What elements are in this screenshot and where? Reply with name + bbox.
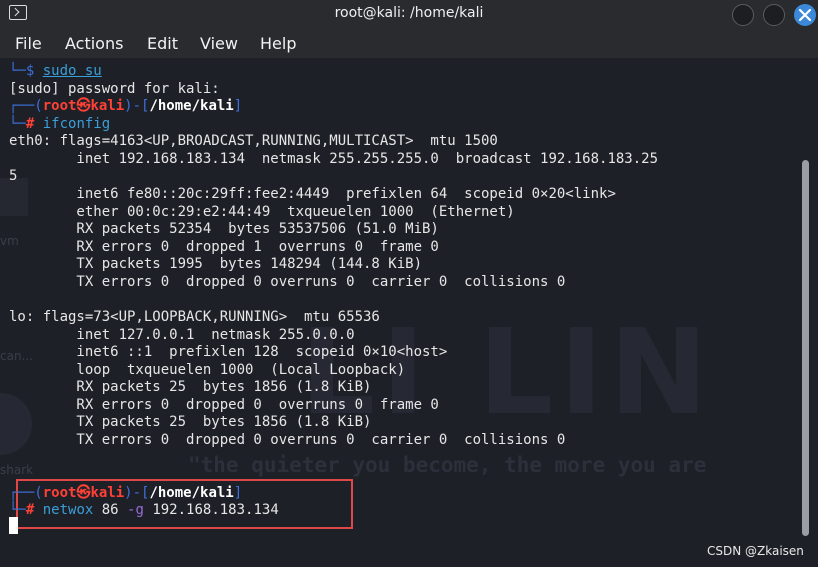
terminal-line: eth0: flags=4163<UP,BROADCAST,RUNNING,MU…	[9, 133, 498, 149]
kali-watermark-motto: "the quieter you become, the more you ar…	[188, 453, 707, 477]
terminal-line: RX errors 0 dropped 1 overruns 0 frame 0	[9, 239, 439, 255]
terminal-output[interactable]: vm can... shark LI LIN "the quieter you …	[0, 58, 818, 567]
menu-actions[interactable]: Actions	[65, 34, 123, 53]
window-title: root@kali: /home/kali	[334, 5, 484, 21]
menu-edit[interactable]: Edit	[147, 34, 178, 53]
terminal-line: lo: flags=73<UP,LOOPBACK,RUNNING> mtu 65…	[9, 309, 380, 325]
terminal-line: └─# netwox 86 -g 192.168.183.134	[9, 502, 279, 518]
terminal-line: ether 00:0c:29:e2:44:49 txqueuelen 1000 …	[9, 204, 515, 220]
scrollbar[interactable]	[802, 160, 809, 536]
command-text: sudo su	[42, 63, 102, 79]
menu-view[interactable]: View	[200, 34, 238, 53]
terminal-line: inet6 fe80::20c:29ff:fee2:4449 prefixlen…	[9, 186, 616, 202]
terminal-line: TX packets 25 bytes 1856 (1.8 KiB)	[9, 414, 372, 430]
terminal-line: TX packets 1995 bytes 148294 (144.8 KiB)	[9, 256, 423, 272]
close-icon	[799, 9, 811, 21]
terminal-line: inet6 ::1 prefixlen 128 scopeid 0×10<hos…	[9, 344, 448, 360]
menu-help[interactable]: Help	[260, 34, 296, 53]
terminal-line: 5	[9, 168, 18, 184]
text-cursor	[9, 517, 18, 534]
menu-bar: File Actions Edit View Help	[0, 28, 818, 58]
terminal-line: TX errors 0 dropped 0 overruns 0 carrier…	[9, 274, 566, 290]
command-flag: -g	[127, 502, 144, 518]
csdn-credit: CSDN @Zkaisen	[707, 544, 804, 558]
terminal-line: └─# ifconfig	[9, 116, 111, 132]
terminal-line: TX errors 0 dropped 0 overruns 0 carrier…	[9, 432, 566, 448]
desktop-label-shark: shark	[0, 463, 34, 477]
terminal-line: inet 192.168.183.134 netmask 255.255.255…	[9, 151, 659, 167]
terminal-line: RX packets 25 bytes 1856 (1.8 KiB)	[9, 379, 372, 395]
close-button[interactable]	[794, 4, 816, 26]
command-text: ifconfig	[42, 116, 111, 132]
terminal-line: RX errors 0 dropped 0 overruns 0 frame 0	[9, 397, 439, 413]
title-bar[interactable]: root@kali: /home/kali	[0, 0, 818, 28]
terminal-line: loop txqueuelen 1000 (Local Loopback)	[9, 362, 406, 378]
minimize-button[interactable]	[732, 4, 754, 26]
terminal-line: [sudo] password for kali:	[9, 81, 220, 97]
terminal-line: inet 127.0.0.1 netmask 255.0.0.0	[9, 327, 355, 343]
terminal-line: RX packets 52354 bytes 53537506 (51.0 Mi…	[9, 221, 439, 237]
prompt-line: ┌──(root㉿kali)-[/home/kali]	[9, 98, 243, 114]
command-text: netwox	[42, 502, 94, 518]
prompt-line: ┌──(root㉿kali)-[/home/kali]	[9, 485, 243, 501]
maximize-button[interactable]	[763, 4, 785, 26]
terminal-line: └─$ sudo su	[9, 63, 102, 79]
menu-file[interactable]: File	[15, 34, 42, 53]
